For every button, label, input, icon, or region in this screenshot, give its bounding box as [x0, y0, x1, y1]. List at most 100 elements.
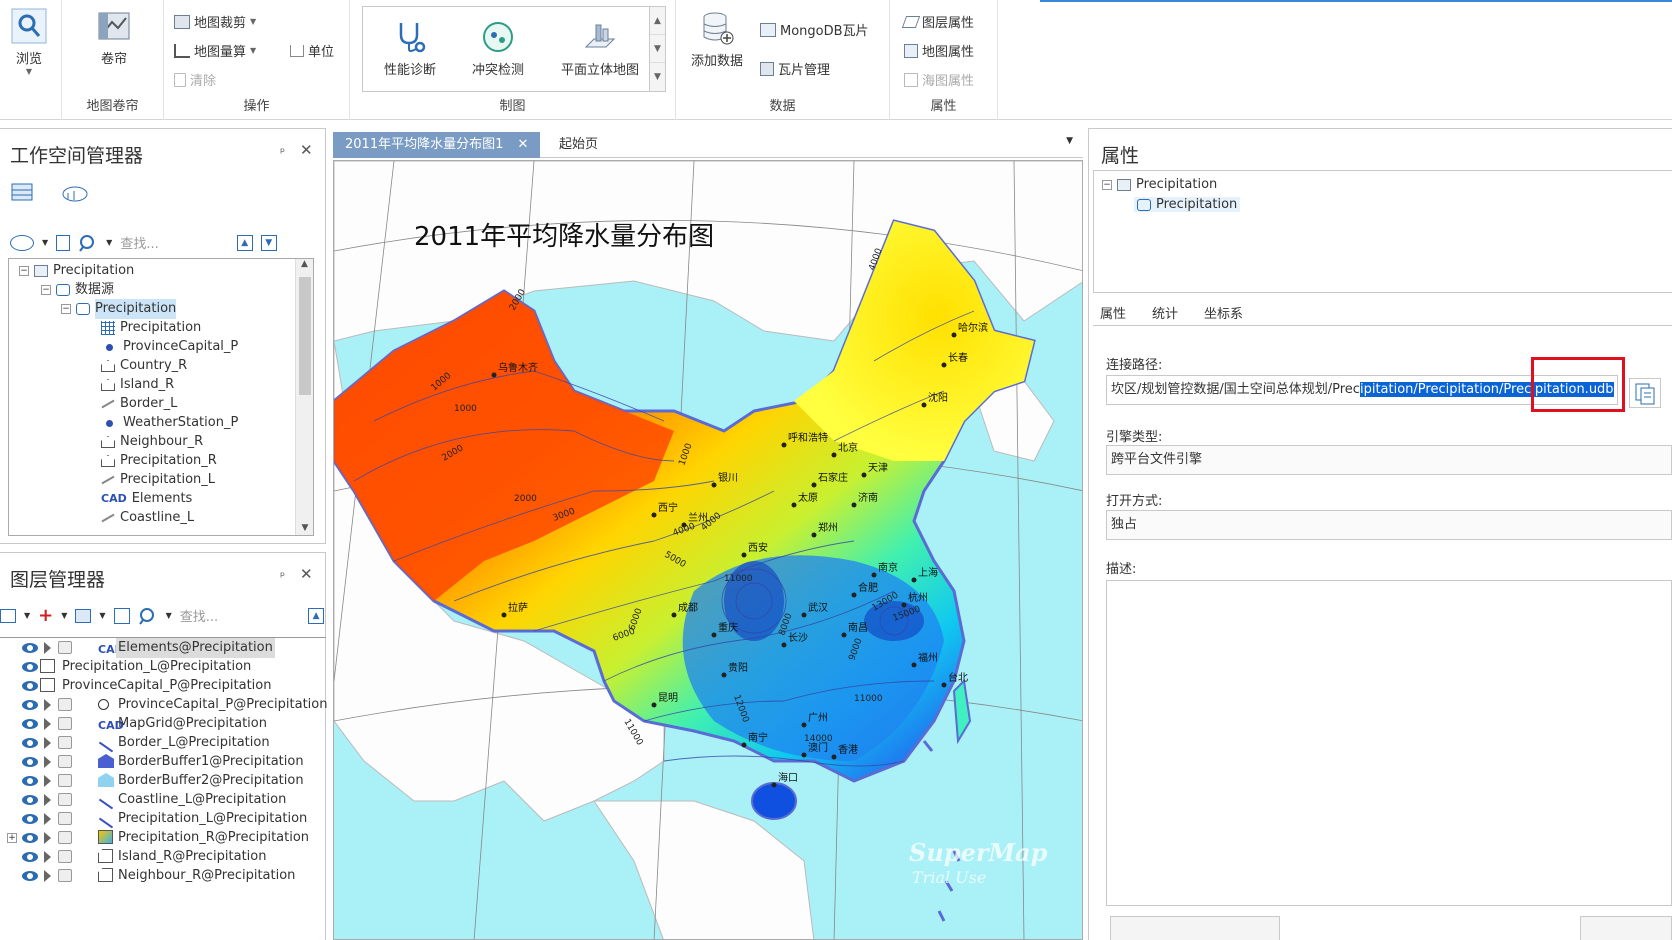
precipitation-map[interactable]: 乌鲁木齐哈尔滨长春沈阳呼和浩特北京天津银川 石家庄太原 济南西宁兰州郑州西安南京 上海… [334, 161, 1083, 940]
layer-expand-arrow-icon[interactable] [44, 699, 51, 711]
find-icon[interactable] [78, 234, 98, 252]
close-icon[interactable]: ✕ [300, 141, 313, 159]
workspace-tree-item[interactable]: Border_L [101, 394, 177, 414]
layer-lock-icon[interactable] [58, 698, 72, 711]
flat-3d-map-button[interactable]: 平面立体地图 [551, 19, 649, 78]
layer-style-icon[interactable] [75, 608, 92, 623]
visibility-eye-icon[interactable] [22, 871, 38, 881]
gallery-up-icon[interactable]: ▲ [650, 7, 665, 35]
collapse-icon[interactable]: − [1102, 179, 1112, 190]
layer-lock-icon[interactable] [58, 774, 72, 787]
browse-button[interactable]: 浏览 ▼ [8, 8, 50, 76]
map-clip-button[interactable]: 地图裁剪 ▼ [174, 12, 256, 31]
layer-item[interactable]: ProvinceCapital_P@Precipitation [0, 695, 328, 715]
tab-close-icon[interactable]: ✕ [518, 137, 529, 152]
layer-expand-arrow-icon[interactable] [44, 775, 51, 787]
layer-expand-arrow-icon[interactable] [44, 870, 51, 882]
layer-lock-icon[interactable] [58, 736, 72, 749]
layer-expand-arrow-icon[interactable] [44, 813, 51, 825]
down-arrow-icon[interactable]: ▼ [260, 234, 277, 251]
expand-icon[interactable]: − [61, 304, 71, 314]
prop-tree-root[interactable]: − Precipitation [1102, 177, 1217, 192]
layer-expand-arrow-icon[interactable] [44, 737, 51, 749]
workspace-search-input[interactable]: 查找... [120, 233, 158, 252]
workspace-tree-item[interactable]: Island_R [101, 375, 174, 395]
layer-expand-arrow-icon[interactable] [44, 718, 51, 730]
workspace-tree-item[interactable]: Country_R [101, 356, 187, 376]
workspace-tree-item[interactable]: Precipitation_R [101, 451, 217, 471]
layer-item[interactable]: Coastline_L@Precipitation [0, 790, 326, 810]
layer-expand-arrow-icon[interactable] [44, 794, 51, 806]
visibility-eye-icon[interactable] [22, 833, 38, 843]
prop-tab-crs[interactable]: 坐标系 [1204, 303, 1243, 322]
workspace-tree-item[interactable]: WeatherStation_P [101, 413, 238, 433]
visibility-eye-icon[interactable] [22, 757, 38, 767]
layer-item[interactable]: Neighbour_R@Precipitation [0, 866, 326, 886]
workspace-tree-item[interactable]: CAD Elements [101, 489, 192, 509]
layer-lock-icon[interactable] [58, 755, 72, 768]
workspace-tree-item[interactable]: − Precipitation [61, 299, 177, 319]
layer-expand-icon[interactable]: + [7, 833, 17, 843]
add-data-button[interactable]: 添加数据 [684, 10, 750, 69]
layer-lock-icon[interactable] [58, 831, 72, 844]
layer-lock-icon[interactable] [58, 793, 72, 806]
layer-expand-arrow-icon[interactable] [44, 756, 51, 768]
workspace-tree-item[interactable]: Coastline_L [101, 508, 194, 528]
unit-button[interactable]: 单位 [290, 41, 334, 60]
tile-manage-button[interactable]: 瓦片管理 [760, 59, 830, 78]
layer-grid-icon[interactable] [113, 607, 130, 624]
layer-expand-arrow-icon[interactable] [44, 832, 51, 844]
layer-lock-icon[interactable] [58, 850, 72, 863]
layer-item[interactable]: Precipitation_L@Precipitation [0, 809, 326, 829]
visibility-eye-icon[interactable] [22, 643, 38, 653]
tree-scrollbar[interactable]: ▲ ▼ [295, 259, 313, 535]
gallery-scroller[interactable]: ▲ ▼ ▼ [649, 7, 665, 91]
map-view[interactable]: 乌鲁木齐 哈尔滨 长春 沈阳 呼和浩特 北京 天津 银川 石家庄 太原 济南 西宁 兰州 郑州 西安 南京 上海… [333, 160, 1083, 940]
chart-prop-button[interactable]: 海图属性 [904, 70, 974, 89]
visibility-eye-icon[interactable] [22, 738, 38, 748]
add-layer-icon[interactable]: + [38, 605, 53, 626]
open-file-icon[interactable] [56, 234, 71, 251]
visibility-eye-icon[interactable] [22, 719, 38, 729]
workspace-tree-item[interactable]: ProvinceCapital_P [101, 337, 238, 357]
visibility-eye-icon[interactable] [22, 814, 38, 824]
workspace-tree-item[interactable]: − Precipitation [19, 261, 134, 281]
expand-icon[interactable]: − [41, 285, 51, 295]
perf-diag-button[interactable]: 性能诊断 [377, 19, 443, 78]
prop-tab-attributes[interactable]: 属性 [1100, 303, 1126, 322]
layer-close-icon[interactable]: ✕ [300, 565, 313, 583]
tab-start-page[interactable]: 起始页 [547, 132, 610, 158]
layer-item[interactable]: Precipitation_L@Precipitation [0, 657, 326, 677]
copy-path-button[interactable] [1629, 378, 1661, 408]
layer-search-input[interactable]: 查找... [180, 606, 218, 625]
visibility-eye-icon[interactable] [22, 681, 38, 691]
layer-lock-icon[interactable] [58, 641, 72, 654]
up-arrow-icon[interactable]: ▲ [236, 234, 253, 251]
tab-menu-icon[interactable]: ▼ [1066, 136, 1073, 146]
new-layer-group-icon[interactable] [0, 608, 16, 623]
gallery-down-icon[interactable]: ▼ [650, 35, 665, 63]
clear-button[interactable]: 清除 [174, 70, 216, 89]
layer-item[interactable]: ProvinceCapital_P@Precipitation [0, 676, 326, 696]
layer-item[interactable]: CAD Elements@Precipitation [0, 638, 326, 658]
visibility-eye-icon[interactable] [22, 662, 38, 672]
map-measure-button[interactable]: 地图量算 ▼ [174, 41, 256, 60]
visibility-eye-icon[interactable] [22, 795, 38, 805]
layer-expand-arrow-icon[interactable] [44, 851, 51, 863]
visibility-eye-icon[interactable] [22, 852, 38, 862]
reel-button[interactable]: 卷帘 [86, 10, 142, 67]
workspace-tree-item[interactable]: Neighbour_R [101, 432, 203, 452]
apply-button[interactable] [1110, 916, 1280, 940]
layer-lock-icon[interactable] [58, 717, 72, 730]
tab-map[interactable]: 2011年平均降水量分布图1 ✕ [333, 132, 541, 158]
workspace-tree-icon[interactable] [10, 181, 36, 203]
workspace-tree-item[interactable]: Precipitation [101, 318, 201, 338]
workspace-tree-item[interactable]: − 数据源 [41, 280, 114, 300]
layer-expand-arrow-icon[interactable] [44, 642, 51, 654]
map-prop-button[interactable]: 地图属性 [904, 41, 974, 60]
workspace-tree-item[interactable]: Precipitation_L [101, 470, 215, 490]
layer-item[interactable]: Border_L@Precipitation [0, 733, 326, 753]
visibility-eye-icon[interactable] [22, 776, 38, 786]
layer-up-icon[interactable]: ▲ [308, 607, 325, 624]
layer-lock-icon[interactable] [58, 869, 72, 882]
